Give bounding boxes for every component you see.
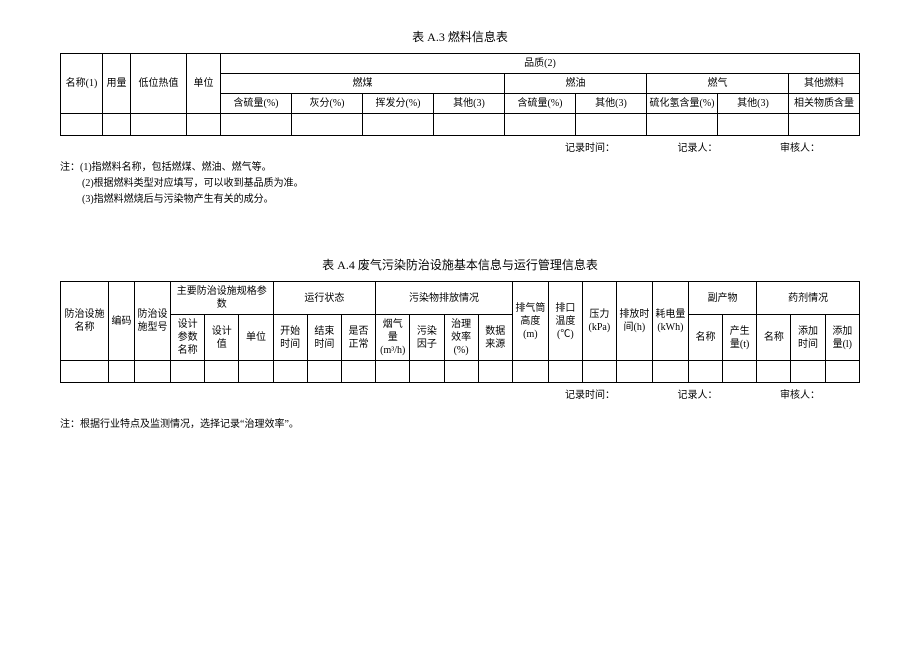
th-treat-eff: 治理效率(%)	[444, 315, 478, 361]
reviewer-label: 审核人：	[780, 390, 820, 401]
th-data-source: 数据来源	[478, 315, 512, 361]
th-flue-gas: 烟气量(m³/h)	[376, 315, 410, 361]
record-time-label: 记录时间：	[565, 390, 615, 401]
th-produce-qty: 产生量(t)	[723, 315, 757, 361]
table-a4-footer: 记录时间： 记录人： 审核人：	[60, 386, 860, 401]
th-facility-model: 防治设施型号	[135, 282, 171, 361]
th-design-param-name: 设计参数名称	[171, 315, 205, 361]
table-row	[61, 114, 860, 136]
th-add-qty: 添加量(l)	[825, 315, 859, 361]
th-start-time: 开始时间	[273, 315, 307, 361]
table-a3-caption: 表 A.3 燃料信息表	[60, 28, 860, 45]
th-usage: 用量	[103, 54, 131, 114]
table-row	[61, 361, 860, 383]
th-other3-coal: 其他(3)	[434, 94, 505, 114]
th-sulfur-oil: 含硫量(%)	[505, 94, 576, 114]
th-facility-name: 防治设施名称	[61, 282, 109, 361]
th-emit-time: 排放时间(h)	[616, 282, 652, 361]
th-code: 编码	[109, 282, 135, 361]
th-gas: 燃气	[647, 74, 789, 94]
notes-prefix: 注：	[60, 162, 80, 173]
th-byproduct: 副产物	[688, 282, 756, 315]
table-a3-footer: 记录时间： 记录人： 审核人：	[60, 139, 860, 154]
table-a3-notes: 注：(1)指燃料名称，包括燃煤、燃油、燃气等。 (2)根据燃料类型对应填写，可以…	[60, 160, 860, 208]
th-quality: 品质(2)	[221, 54, 860, 74]
recorder-label: 记录人：	[678, 390, 718, 401]
note1: (1)指燃料名称，包括燃煤、燃油、燃气等。	[80, 162, 272, 173]
table-a3: 名称(1) 用量 低位热值 单位 品质(2) 燃煤 燃油 燃气 其他燃料 含硫量…	[60, 53, 860, 136]
th-name: 名称(1)	[61, 54, 103, 114]
th-emission: 污染物排放情况	[376, 282, 513, 315]
th-byproduct-name: 名称	[688, 315, 722, 361]
th-chemical: 药剂情况	[757, 282, 860, 315]
th-main-spec: 主要防治设施规格参数	[171, 282, 274, 315]
th-chem-name: 名称	[757, 315, 791, 361]
note2: (2)根据燃料类型对应填写，可以收到基品质为准。	[60, 176, 860, 192]
th-pressure: 压力(kPa)	[582, 282, 616, 361]
note1: 根据行业特点及监测情况，选择记录“治理效率”。	[80, 419, 299, 430]
th-ash: 灰分(%)	[292, 94, 363, 114]
th-outlet-temp: 排口温度(℃)	[548, 282, 582, 361]
th-lowcal: 低位热值	[131, 54, 187, 114]
th-power: 耗电量(kWh)	[652, 282, 688, 361]
th-stack-height: 排气筒高度(m)	[512, 282, 548, 361]
th-is-normal: 是否正常	[341, 315, 375, 361]
th-oil: 燃油	[505, 74, 647, 94]
th-add-time: 添加时间	[791, 315, 825, 361]
th-sulfur: 含硫量(%)	[221, 94, 292, 114]
th-run-state: 运行状态	[273, 282, 376, 315]
th-coal: 燃煤	[221, 74, 505, 94]
th-other3-oil: 其他(3)	[576, 94, 647, 114]
note3: (3)指燃料燃烧后与污染物产生有关的成分。	[60, 192, 860, 208]
th-other-fuel: 其他燃料	[789, 74, 860, 94]
th-other3-gas: 其他(3)	[718, 94, 789, 114]
reviewer-label: 审核人：	[780, 143, 820, 154]
th-related: 相关物质含量	[789, 94, 860, 114]
notes-prefix: 注：	[60, 419, 80, 430]
record-time-label: 记录时间：	[565, 143, 615, 154]
th-unit4: 单位	[239, 315, 273, 361]
table-a4-caption: 表 A.4 废气污染防治设施基本信息与运行管理信息表	[60, 256, 860, 273]
th-design-value: 设计值	[205, 315, 239, 361]
recorder-label: 记录人：	[678, 143, 718, 154]
th-h2s: 硫化氢含量(%)	[647, 94, 718, 114]
table-a4-notes: 注：根据行业特点及监测情况，选择记录“治理效率”。	[60, 417, 860, 433]
table-a4: 防治设施名称 编码 防治设施型号 主要防治设施规格参数 运行状态 污染物排放情况…	[60, 281, 860, 383]
th-unit: 单位	[187, 54, 221, 114]
th-volatile: 挥发分(%)	[363, 94, 434, 114]
th-pollution-factor: 污染因子	[410, 315, 444, 361]
th-end-time: 结束时间	[307, 315, 341, 361]
